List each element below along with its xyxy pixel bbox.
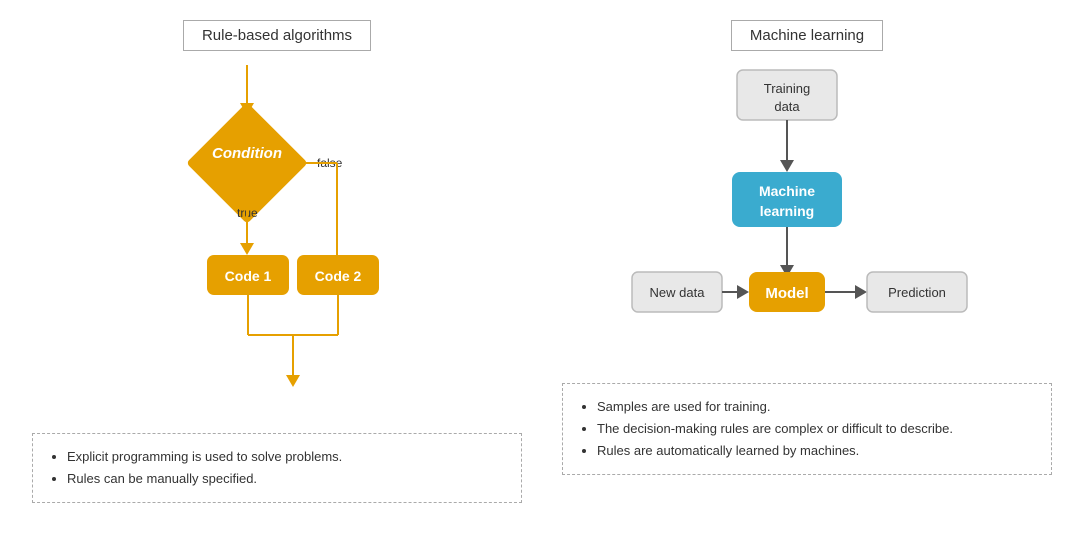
right-bullet-3: Rules are automatically learned by machi… [597, 440, 1033, 462]
left-info-box: Explicit programming is used to solve pr… [32, 433, 522, 503]
right-info-box: Samples are used for training. The decis… [562, 383, 1052, 475]
right-panel: Machine learning Training data Machine l… [562, 20, 1052, 520]
right-title: Machine learning [731, 20, 883, 51]
right-diagram: Training data Machine learning New data … [617, 65, 997, 375]
svg-text:Code 1: Code 1 [225, 268, 272, 284]
svg-text:Training: Training [764, 81, 810, 96]
svg-text:Code 2: Code 2 [315, 268, 362, 284]
svg-text:Prediction: Prediction [888, 285, 946, 300]
left-panel: Rule-based algorithms Condition true Cod… [32, 20, 522, 520]
right-bullet-1: Samples are used for training. [597, 396, 1033, 418]
left-bullet-1: Explicit programming is used to solve pr… [67, 446, 503, 468]
main-container: Rule-based algorithms Condition true Cod… [12, 10, 1072, 530]
svg-text:Machine: Machine [759, 183, 815, 199]
left-flowchart: Condition true Code 1 false Code 2 [117, 65, 437, 425]
svg-text:learning: learning [760, 203, 814, 219]
left-title: Rule-based algorithms [183, 20, 371, 51]
svg-text:New data: New data [650, 285, 706, 300]
right-bullet-2: The decision-making rules are complex or… [597, 418, 1033, 440]
svg-text:Condition: Condition [212, 145, 282, 162]
svg-text:data: data [774, 99, 800, 114]
svg-text:Model: Model [765, 285, 808, 302]
left-bullet-2: Rules can be manually specified. [67, 468, 503, 490]
